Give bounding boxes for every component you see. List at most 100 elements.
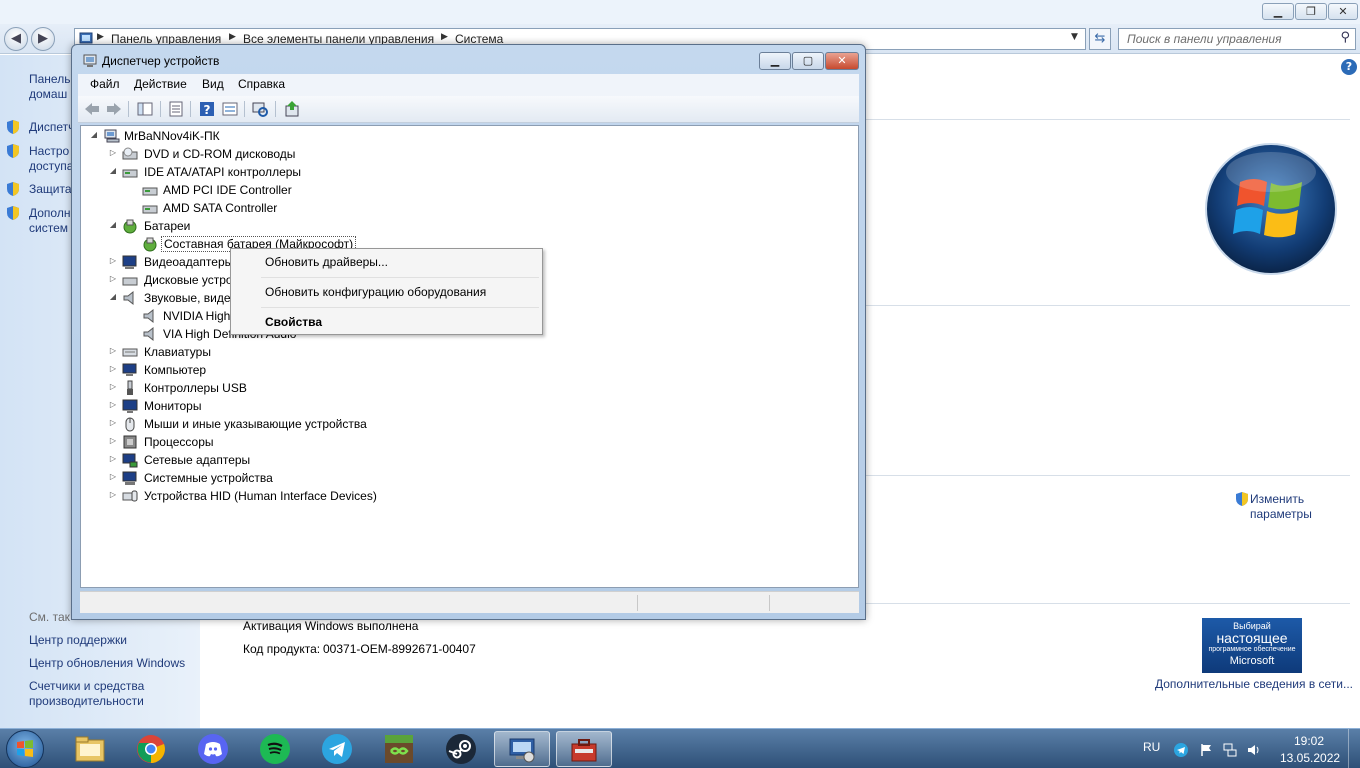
cp-minimize-button[interactable]: ▁ [1262,3,1294,20]
windows-start-icon [17,740,33,757]
expand-arrow-icon[interactable]: ▷ [108,436,118,445]
battery-icon [143,237,157,252]
change-settings-link[interactable]: Изменить [1250,492,1304,507]
collapse-arrow-icon[interactable]: ◢ [108,292,118,301]
sidebar-link-remote[interactable]: Настро [29,144,69,159]
collapse-arrow-icon[interactable]: ◢ [108,220,118,229]
scan-hardware-icon[interactable] [251,100,269,118]
taskbar-telegram[interactable] [309,731,365,767]
tree-label: Мыши и иные указывающие устройства [144,417,367,431]
chrome-icon [137,735,165,763]
speaker-icon [123,290,134,306]
cp-maximize-button[interactable]: ❐ [1295,3,1327,20]
volume-icon[interactable] [1247,743,1261,757]
collapse-arrow-icon[interactable]: ◢ [108,166,118,175]
sidebar-link-home-line2[interactable]: домаш [29,87,67,102]
expand-arrow-icon[interactable]: ▷ [108,490,118,499]
breadcrumb-separator-icon[interactable]: ▶ [441,32,448,42]
menu-help[interactable]: Справка [238,77,285,91]
expand-arrow-icon[interactable]: ▷ [108,364,118,373]
show-hide-tree-icon[interactable] [136,100,154,118]
language-indicator[interactable]: RU [1143,740,1160,754]
context-properties[interactable]: Свойства [265,315,322,329]
back-arrow-icon[interactable] [83,100,101,118]
expand-arrow-icon[interactable]: ▷ [108,472,118,481]
device-manager-icon [571,739,597,762]
update-driver-icon[interactable] [283,100,301,118]
taskbar-steam[interactable] [433,731,489,767]
sidebar-link-remote-line2[interactable]: доступа [29,159,73,174]
cp-close-button[interactable]: ✕ [1328,3,1358,20]
device-tree[interactable]: ◢ MrBaNNov4iK-ПК ▷ DVD и CD-ROM дисковод… [80,125,859,588]
expand-arrow-icon[interactable]: ▷ [108,418,118,427]
maximize-button[interactable]: ▢ [792,52,824,70]
sidebar-link-action-center[interactable]: Центр поддержки [29,633,127,648]
expand-arrow-icon[interactable]: ▷ [108,400,118,409]
expand-arrow-icon[interactable]: ▷ [108,274,118,283]
sidebar-link-protection[interactable]: Защита [29,182,72,197]
taskbar-spotify[interactable] [247,731,303,767]
menu-action[interactable]: Действие [134,77,187,91]
context-menu: Обновить драйверы... Обновить конфигурац… [230,248,543,335]
breadcrumb-separator-icon[interactable]: ▶ [229,32,236,42]
start-button[interactable] [6,730,44,768]
clock-date[interactable]: 13.05.2022 [1280,751,1340,765]
forward-arrow-icon[interactable] [105,100,123,118]
genuine-microsoft-badge[interactable]: Выбирай настоящее программное обеспечени… [1202,618,1302,673]
taskbar-control-panel[interactable] [494,731,550,767]
shield-icon [7,182,19,196]
address-dropdown-icon[interactable]: ▼ [1071,32,1078,42]
expand-arrow-icon[interactable]: ▷ [108,382,118,391]
sidebar-link-advanced[interactable]: Дополн [29,206,70,221]
context-separator [261,307,539,308]
sidebar-link-windows-update[interactable]: Центр обновления Windows [29,656,185,671]
mouse-icon [125,417,135,432]
menu-file[interactable]: Файл [90,77,120,91]
keyboard-icon [122,348,138,357]
taskbar-chrome[interactable] [123,731,179,767]
toolbar-separator [128,101,129,117]
sidebar-link-home[interactable]: Панель [29,72,70,87]
context-update-drivers[interactable]: Обновить драйверы... [265,255,388,269]
taskbar-minecraft-launcher[interactable] [371,731,427,767]
expand-arrow-icon[interactable]: ▷ [108,256,118,265]
expand-arrow-icon[interactable]: ▷ [108,346,118,355]
help-icon[interactable]: ? [1341,59,1357,75]
show-desktop-button[interactable] [1348,729,1360,768]
control-panel-icon [79,32,93,44]
menu-view[interactable]: Вид [202,77,224,91]
dvd-drive-icon [122,147,138,160]
search-icon[interactable]: ⚲ [1340,30,1350,45]
refresh-icon: ⇆ [1094,31,1106,46]
collapse-arrow-icon[interactable]: ◢ [89,130,99,139]
help-icon[interactable]: ? [198,100,216,118]
action-center-flag-icon[interactable] [1199,743,1213,757]
sidebar-link-advanced-line2[interactable]: систем [29,221,68,236]
clock-time[interactable]: 19:02 [1294,734,1324,748]
view-icon[interactable] [221,100,239,118]
tree-label: Видеоадаптеры [144,255,234,269]
context-scan-hardware[interactable]: Обновить конфигурацию оборудования [265,285,486,299]
sidebar-link-device-manager[interactable]: Диспетч [29,120,74,135]
minimize-button[interactable]: ▁ [759,52,791,70]
refresh-button[interactable]: ⇆ [1089,28,1111,50]
close-button[interactable]: ✕ [825,52,859,70]
computer-icon [104,129,120,143]
forward-button[interactable]: ▶ [31,27,55,51]
search-input[interactable]: Поиск в панели управления ⚲ [1118,28,1356,50]
telegram-tray-icon[interactable] [1174,743,1188,757]
back-button[interactable]: ◀ [4,27,28,51]
expand-arrow-icon[interactable]: ▷ [108,454,118,463]
taskbar-device-manager[interactable] [556,731,612,767]
expand-arrow-icon[interactable]: ▷ [108,148,118,157]
more-info-link[interactable]: Дополнительные сведения в сети... [1155,677,1353,692]
breadcrumb-separator-icon: ▶ [97,32,104,42]
sidebar-link-performance-line2[interactable]: производительности [29,694,144,709]
change-settings-link-line2[interactable]: параметры [1250,507,1312,522]
taskbar-explorer[interactable] [62,731,118,767]
network-icon[interactable] [1223,743,1237,757]
taskbar-discord[interactable] [185,731,241,767]
properties-icon[interactable] [167,100,185,118]
battery-icon [123,219,137,234]
sidebar-link-performance[interactable]: Счетчики и средства [29,679,144,694]
